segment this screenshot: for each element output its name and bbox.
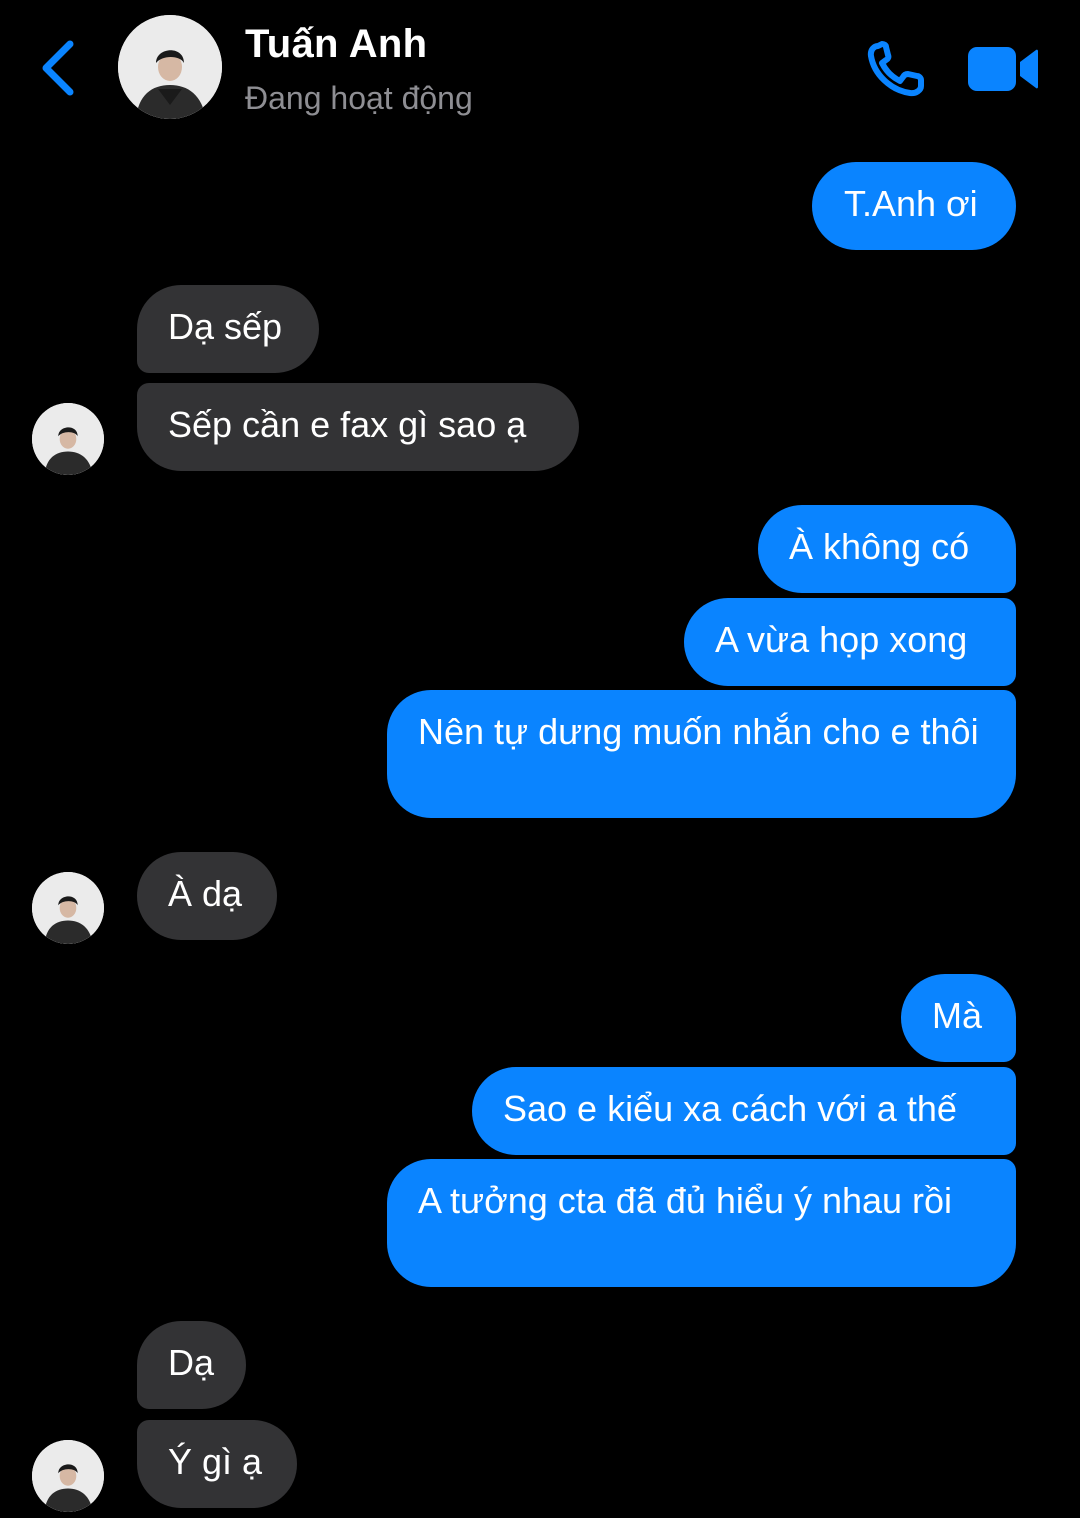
voice-call-button[interactable] (866, 40, 928, 98)
avatar-photo (32, 403, 104, 475)
active-status: Đang hoạt động (245, 80, 473, 116)
sender-avatar[interactable] (32, 1440, 104, 1512)
sender-avatar[interactable] (32, 403, 104, 475)
avatar-photo (32, 1440, 104, 1512)
contact-name[interactable]: Tuấn Anh (245, 22, 427, 67)
message-bubble-sent[interactable]: T.Anh ơi (812, 162, 1016, 250)
avatar-photo (118, 15, 222, 119)
message-bubble-received[interactable]: Ý gì ạ (137, 1420, 297, 1508)
message-bubble-sent[interactable]: A vừa họp xong (684, 598, 1016, 686)
message-bubble-received[interactable]: Dạ sếp (137, 285, 319, 373)
message-bubble-received[interactable]: Sếp cần e fax gì sao ạ (137, 383, 579, 471)
phone-icon (867, 41, 924, 97)
message-bubble-received[interactable]: Dạ (137, 1321, 246, 1409)
message-bubble-received[interactable]: À dạ (137, 852, 277, 940)
message-bubble-sent[interactable]: Nên tự dưng muốn nhắn cho e thôi (387, 690, 1016, 818)
video-call-button[interactable] (966, 44, 1040, 94)
message-bubble-sent[interactable]: À không có (758, 505, 1016, 593)
chat-header: Tuấn Anh Đang hoạt động (0, 0, 1080, 140)
video-camera-icon (968, 47, 1038, 91)
chevron-left-icon (42, 40, 74, 96)
back-button[interactable] (36, 36, 86, 100)
sender-avatar[interactable] (32, 872, 104, 944)
message-bubble-sent[interactable]: Mà (901, 974, 1016, 1062)
message-bubble-sent[interactable]: A tưởng cta đã đủ hiểu ý nhau rồi (387, 1159, 1016, 1287)
message-bubble-sent[interactable]: Sao e kiểu xa cách với a thế (472, 1067, 1016, 1155)
contact-avatar[interactable] (118, 15, 222, 119)
avatar-photo (32, 872, 104, 944)
